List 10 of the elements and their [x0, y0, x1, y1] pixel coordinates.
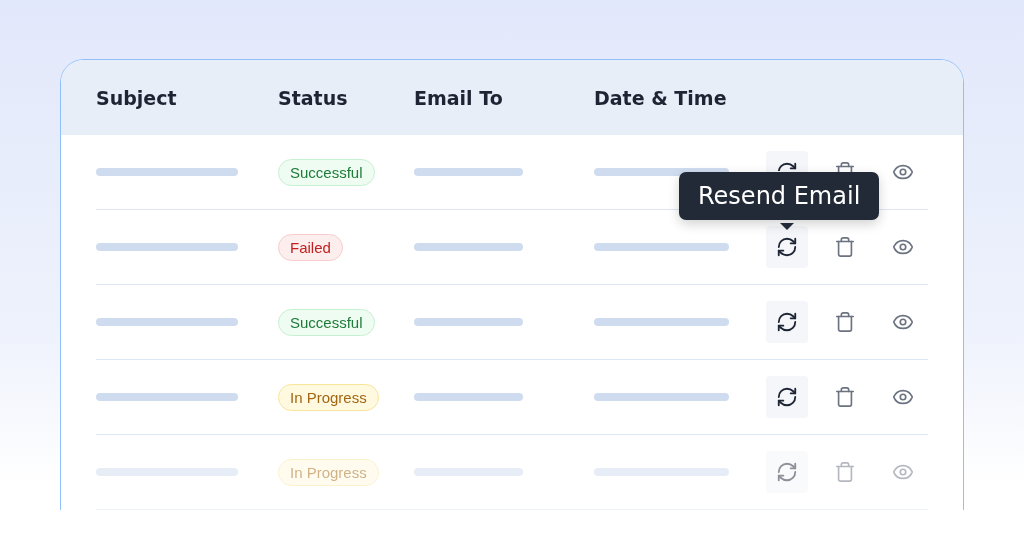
column-header: Status: [278, 86, 348, 109]
column-header: Subject: [96, 86, 177, 109]
tooltip: Resend Email: [679, 172, 880, 220]
column-header: Date & Time: [594, 86, 727, 109]
status-badge: Failed: [278, 233, 343, 261]
status-badge: In Progress: [278, 458, 379, 486]
status-badge: Successful: [278, 158, 375, 186]
status-badge: In Progress: [278, 383, 379, 411]
column-header: Email To: [414, 86, 503, 109]
status-badge: Successful: [278, 308, 375, 336]
